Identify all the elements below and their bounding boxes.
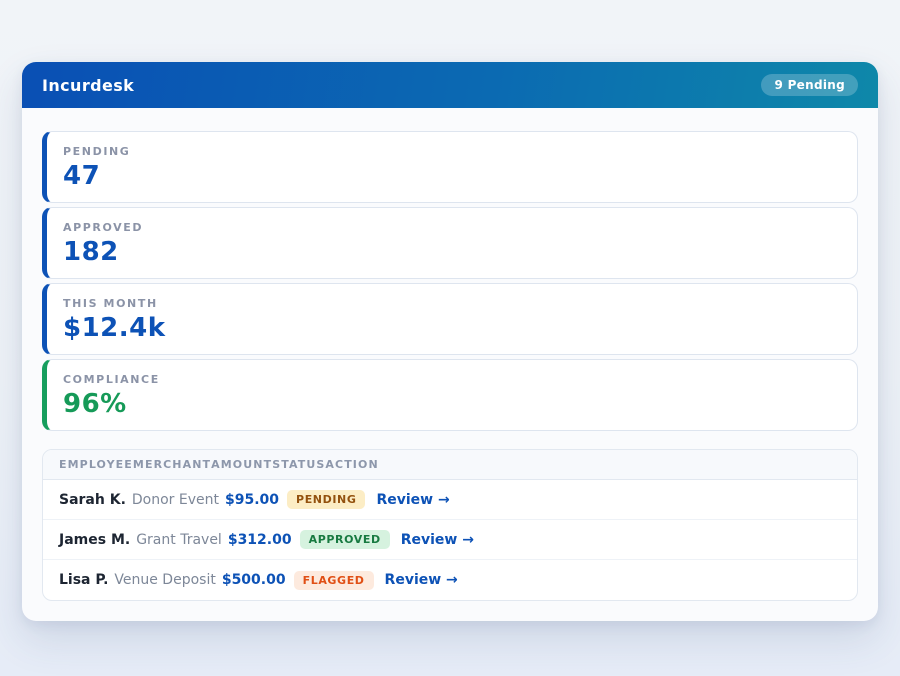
stat-card-this-month: THIS MONTH $12.4k <box>42 283 858 355</box>
review-link[interactable]: Review → <box>376 492 449 508</box>
column-header-action: ACTION <box>325 458 378 471</box>
column-header-employee: EMPLOYEE <box>59 458 133 471</box>
stat-label: THIS MONTH <box>63 297 841 310</box>
amount-value: $312.00 <box>228 532 292 548</box>
stat-card-compliance: COMPLIANCE 96% <box>42 359 858 431</box>
employee-name: James M. <box>59 532 130 548</box>
column-header-status: STATUS <box>272 458 325 471</box>
stat-label: APPROVED <box>63 221 841 234</box>
status-badge: PENDING <box>287 490 365 509</box>
column-header-amount: AMOUNT <box>211 458 272 471</box>
app-title: Incurdesk <box>42 76 134 95</box>
app-header: Incurdesk 9 Pending <box>22 62 878 108</box>
stat-value: 182 <box>63 237 841 267</box>
expenses-table: EMPLOYEE MERCHANT AMOUNT STATUS ACTION S… <box>42 449 858 601</box>
table-row: James M. Grant Travel $312.00 APPROVED R… <box>43 520 857 560</box>
amount-value: $500.00 <box>222 572 286 588</box>
amount-value: $95.00 <box>225 492 279 508</box>
stat-card-approved: APPROVED 182 <box>42 207 858 279</box>
pending-count-badge: 9 Pending <box>761 74 858 96</box>
stat-value: 96% <box>63 389 841 419</box>
table-row: Sarah K. Donor Event $95.00 PENDING Revi… <box>43 480 857 520</box>
stat-value: 47 <box>63 161 841 191</box>
app-card: Incurdesk 9 Pending PENDING 47 APPROVED … <box>22 62 878 621</box>
merchant-name: Donor Event <box>132 492 219 508</box>
review-link[interactable]: Review → <box>385 572 458 588</box>
status-badge: FLAGGED <box>294 571 374 590</box>
main-content: PENDING 47 APPROVED 182 THIS MONTH $12.4… <box>22 108 878 621</box>
table-row: Lisa P. Venue Deposit $500.00 FLAGGED Re… <box>43 560 857 600</box>
review-link[interactable]: Review → <box>401 532 474 548</box>
stat-label: PENDING <box>63 145 841 158</box>
status-badge: APPROVED <box>300 530 390 549</box>
employee-name: Sarah K. <box>59 492 126 508</box>
stat-value: $12.4k <box>63 313 841 343</box>
merchant-name: Grant Travel <box>136 532 222 548</box>
stat-card-pending: PENDING 47 <box>42 131 858 203</box>
stat-label: COMPLIANCE <box>63 373 841 386</box>
employee-name: Lisa P. <box>59 572 108 588</box>
table-header-row: EMPLOYEE MERCHANT AMOUNT STATUS ACTION <box>43 450 857 480</box>
column-header-merchant: MERCHANT <box>133 458 211 471</box>
merchant-name: Venue Deposit <box>114 572 215 588</box>
